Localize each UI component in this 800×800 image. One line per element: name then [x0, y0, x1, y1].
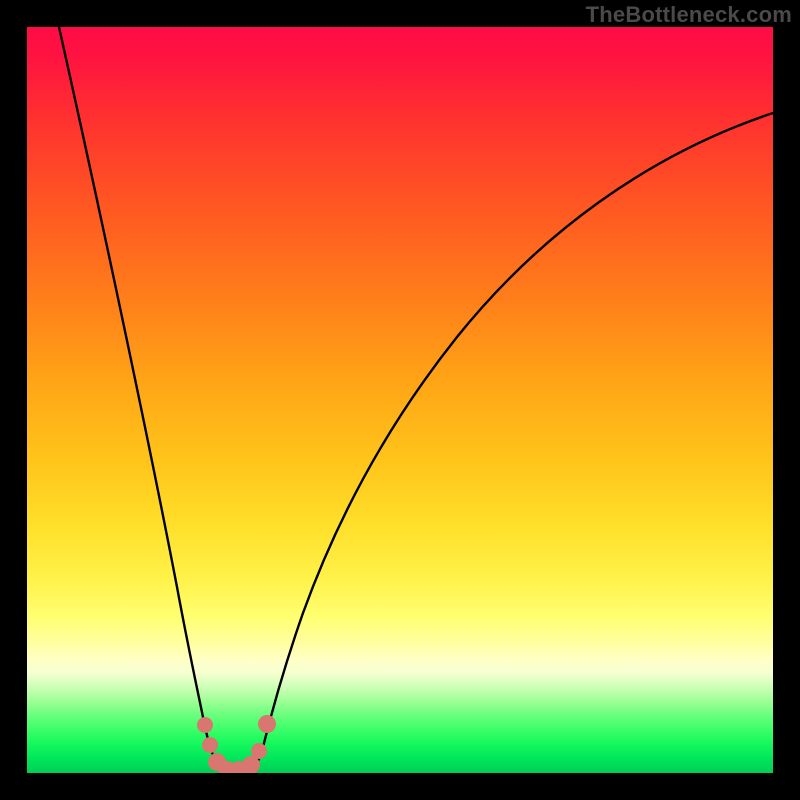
watermark-text: TheBottleneck.com [586, 2, 792, 28]
chart-plot-area [27, 27, 773, 773]
